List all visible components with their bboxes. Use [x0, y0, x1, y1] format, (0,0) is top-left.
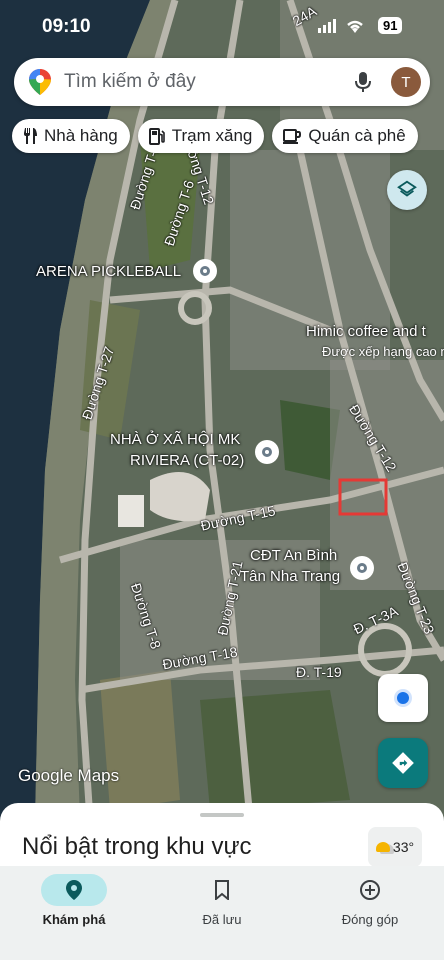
poi-label-arena-pickleball[interactable]: ARENA PICKLEBALL: [36, 262, 181, 282]
gas-station-icon: [148, 128, 165, 145]
microphone-icon[interactable]: [355, 71, 371, 93]
my-location-button[interactable]: [378, 674, 428, 722]
chip-gas-stations[interactable]: Trạm xăng: [137, 119, 265, 153]
fork-knife-icon: [24, 128, 37, 144]
nav-contribute[interactable]: Đóng góp: [296, 874, 444, 927]
status-time: 09:10: [42, 16, 91, 37]
search-input[interactable]: Tìm kiếm ở đây: [64, 71, 355, 93]
poi-label-cdt-an-binh[interactable]: CĐT An Bình: [250, 546, 337, 566]
directions-icon: [392, 752, 414, 774]
coffee-cup-icon: [283, 129, 302, 144]
search-bar[interactable]: Tìm kiếm ở đây T: [14, 58, 430, 106]
layers-button[interactable]: [387, 170, 427, 210]
cellular-signal-icon: [318, 19, 336, 33]
weather-badge[interactable]: 33°: [368, 827, 422, 867]
directions-button[interactable]: [378, 738, 428, 788]
poi-pin-icon[interactable]: [193, 259, 217, 283]
google-maps-pin-icon: [29, 69, 51, 95]
location-dot-icon: [397, 692, 409, 704]
explore-pin-icon: [66, 880, 82, 900]
nav-label: Khám phá: [42, 912, 106, 927]
battery-indicator: 91: [378, 17, 403, 34]
category-chips: Nhà hàng Trạm xăng Quán cà phê: [12, 119, 418, 153]
bottom-sheet[interactable]: Nổi bật trong khu vực 33°: [0, 803, 444, 873]
temperature: 33°: [392, 839, 415, 855]
chip-label: Trạm xăng: [171, 126, 253, 145]
nav-label: Đã lưu: [202, 912, 242, 927]
chip-label: Nhà hàng: [44, 126, 118, 145]
poi-label-nha-o-xa-hoi[interactable]: NHÀ Ở XÃ HỘI MK: [110, 430, 240, 450]
poi-label-cdt-an-binh-line2[interactable]: Tân Nha Trang: [240, 567, 340, 587]
nav-explore[interactable]: Khám phá: [0, 874, 148, 927]
poi-label-nha-o-xa-hoi-line2[interactable]: RIVIERA (CT-02): [130, 451, 244, 471]
chip-coffee[interactable]: Quán cà phê: [272, 119, 418, 153]
avatar[interactable]: T: [391, 67, 421, 97]
partly-sunny-icon: [375, 842, 390, 852]
google-maps-attribution: Google Maps: [18, 766, 120, 785]
road-label: Đ. T-19: [296, 664, 342, 680]
poi-pin-icon[interactable]: [350, 556, 374, 580]
status-bar: 09:10 91: [0, 0, 444, 54]
poi-label-himic-coffee[interactable]: Himic coffee and t: [306, 322, 426, 342]
poi-pin-icon[interactable]: [255, 440, 279, 464]
chip-restaurants[interactable]: Nhà hàng: [12, 119, 130, 153]
wifi-icon: [347, 20, 363, 33]
bookmark-icon: [215, 880, 229, 900]
bottom-navigation: Khám phá Đã lưu Đóng góp: [0, 866, 444, 960]
sheet-title: Nổi bật trong khu vực: [22, 833, 252, 860]
poi-rating-note: Được xếp hạng cao n: [322, 344, 444, 359]
chip-label: Quán cà phê: [308, 126, 406, 145]
nav-label: Đóng góp: [341, 912, 399, 927]
layers-icon: [397, 180, 417, 197]
add-circle-icon: [360, 880, 380, 900]
nav-saved[interactable]: Đã lưu: [148, 874, 296, 927]
drag-handle[interactable]: [200, 813, 244, 817]
